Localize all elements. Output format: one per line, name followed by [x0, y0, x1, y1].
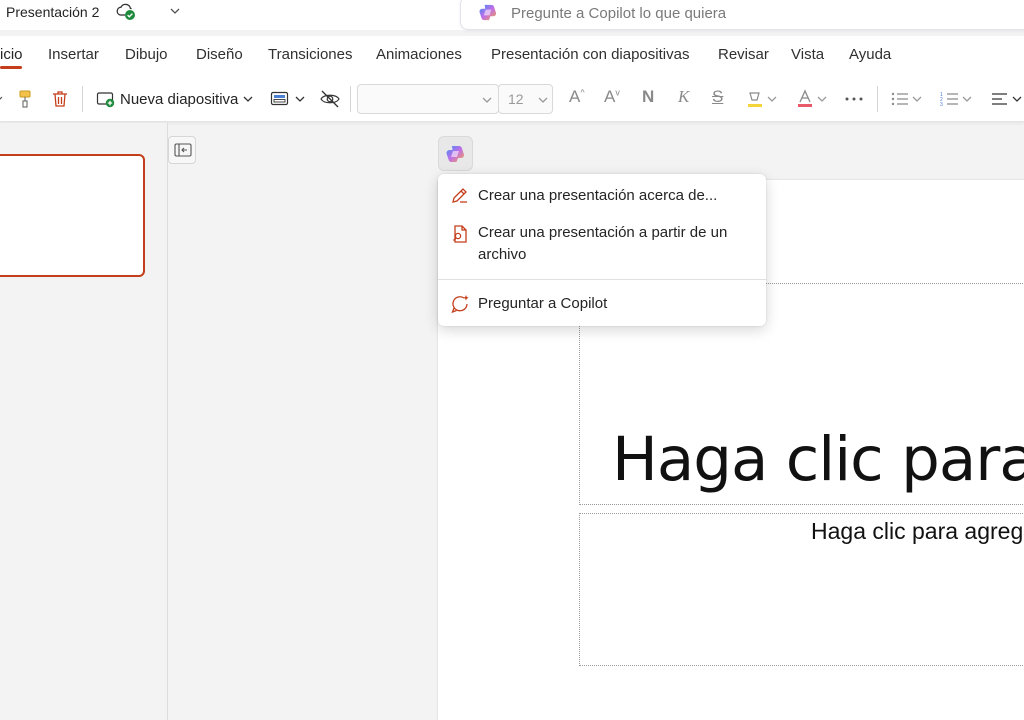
copilot-button[interactable] [438, 136, 473, 171]
font-color-icon [798, 89, 812, 107]
font-size-select[interactable]: 12 [498, 84, 553, 114]
chevron-down-icon [243, 96, 253, 102]
bold-button[interactable]: N [642, 87, 654, 107]
menu-item-label: Crear una presentación acerca de... [478, 187, 718, 204]
shrink-font-glyph: A [604, 87, 616, 106]
slide-thumbnail-1[interactable] [0, 154, 145, 277]
chevron-down-icon [1012, 96, 1022, 102]
copilot-search-input[interactable] [511, 1, 991, 25]
highlighter-icon [748, 92, 762, 107]
copilot-search-box[interactable] [460, 0, 1024, 30]
menu-item-label: Preguntar a Copilot [478, 295, 608, 312]
bullets-button[interactable] [890, 88, 924, 110]
new-slide-button[interactable]: Nueva diapositiva [96, 88, 255, 110]
toolbar-divider [877, 86, 878, 112]
chevron-down-icon[interactable] [168, 4, 182, 18]
chevron-down-icon [767, 96, 777, 102]
tab-insertar[interactable]: Insertar [48, 46, 99, 63]
grow-font-button[interactable]: A^ [569, 87, 585, 107]
toolbar-divider [82, 86, 83, 112]
align-left-icon [992, 93, 1007, 105]
tab-ayuda[interactable]: Ayuda [849, 46, 891, 63]
grow-font-glyph: A [569, 87, 581, 106]
shrink-font-button[interactable]: Av [604, 87, 620, 107]
collapse-pane-button[interactable] [168, 136, 196, 164]
numbering-button[interactable]: 1 2 3 [940, 88, 974, 110]
eye-off-icon [320, 90, 340, 108]
toolbar-divider [350, 86, 351, 112]
tab-inicio[interactable]: icio [0, 46, 23, 63]
chevron-down-icon [817, 96, 827, 102]
more-options-icon[interactable] [844, 88, 864, 110]
align-button[interactable] [990, 88, 1024, 110]
chevron-down-icon[interactable] [0, 88, 4, 110]
tab-transiciones[interactable]: Transiciones [268, 46, 352, 63]
strikethrough-button[interactable]: S [712, 87, 723, 107]
font-size-value: 12 [508, 91, 524, 107]
chevron-down-icon [482, 97, 492, 103]
new-slide-label: Nueva diapositiva [120, 90, 239, 108]
menu-item-create-from-file[interactable]: Crear una presentación a partir de un ar… [438, 222, 766, 266]
copilot-logo-icon [479, 3, 498, 22]
tab-animaciones[interactable]: Animaciones [376, 46, 462, 63]
chevron-down-icon [538, 97, 548, 103]
highlight-button[interactable] [745, 88, 779, 110]
active-tab-indicator [0, 66, 22, 69]
svg-text:3: 3 [940, 102, 943, 108]
numbered-list-icon: 1 2 3 [940, 92, 958, 108]
copilot-logo-icon [446, 146, 464, 162]
tab-vista[interactable]: Vista [791, 46, 824, 63]
tab-dibujo[interactable]: Dibujo [125, 46, 168, 63]
title-placeholder-text: Haga clic para agregar título [612, 424, 1024, 495]
italic-button[interactable]: K [678, 87, 689, 107]
slide-thumbnail-pane [0, 123, 168, 720]
chevron-down-icon [962, 96, 972, 102]
copilot-menu: Crear una presentación acerca de... Crea… [438, 174, 766, 326]
collapse-panel-icon [174, 143, 192, 157]
slide-layout-icon [270, 91, 289, 106]
font-family-select[interactable] [357, 84, 499, 114]
delete-slide-icon[interactable] [50, 88, 70, 110]
menu-item-create-about[interactable]: Crear una presentación acerca de... [438, 185, 766, 207]
subtitle-placeholder[interactable]: Haga clic para agregar subtítulo [579, 513, 1024, 666]
chevron-down-icon [912, 96, 922, 102]
tab-presentacion-con-diapositivas[interactable]: Presentación con diapositivas [491, 46, 689, 63]
hide-slide-button[interactable] [319, 88, 341, 110]
document-search-icon [450, 224, 470, 249]
bullet-list-icon [891, 92, 908, 106]
ribbon-tabs: icio Insertar Dibujo Diseño Transiciones… [0, 36, 1024, 76]
pen-sparkle-icon [450, 186, 470, 211]
cloud-saved-icon[interactable] [115, 2, 137, 22]
title-bar: Presentación 2 [0, 0, 1024, 30]
chevron-down-icon [295, 96, 305, 102]
subtitle-placeholder-text: Haga clic para agregar subtítulo [811, 518, 1024, 544]
chat-sparkle-icon [450, 294, 470, 319]
format-painter-icon[interactable] [16, 88, 34, 110]
tab-revisar[interactable]: Revisar [718, 46, 769, 63]
menu-item-label: Crear una presentación a partir de un ar… [478, 224, 728, 263]
new-slide-icon [96, 92, 115, 108]
layout-button[interactable] [270, 88, 307, 110]
ribbon-toolbar: Nueva diapositiva 12 A^ Av N K S 1 2 3 [0, 76, 1024, 122]
tab-diseno[interactable]: Diseño [196, 46, 243, 63]
menu-divider [438, 279, 766, 280]
document-title[interactable]: Presentación 2 [6, 4, 99, 20]
font-color-button[interactable] [795, 88, 829, 110]
menu-item-ask-copilot[interactable]: Preguntar a Copilot [438, 293, 766, 315]
